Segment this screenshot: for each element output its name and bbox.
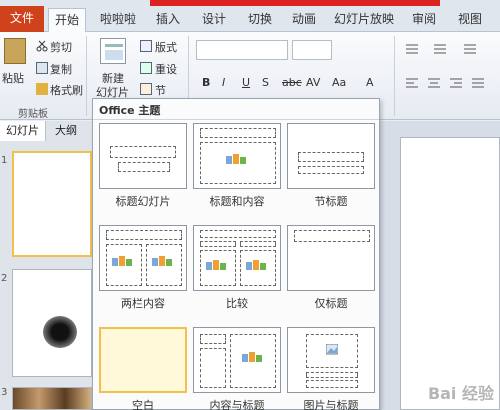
font-size-dropdown[interactable] — [292, 40, 332, 60]
tab-custom[interactable]: 啦啦啦 — [92, 8, 144, 32]
slide-number: 2 — [1, 273, 8, 284]
shadow-button[interactable]: S — [262, 76, 269, 89]
tab-slideshow[interactable]: 幻灯片放映 — [330, 8, 398, 32]
layout-preview — [193, 225, 281, 291]
layout-preview — [287, 225, 375, 291]
copy-icon[interactable] — [36, 62, 48, 74]
section-icon[interactable] — [140, 83, 152, 95]
tab-review[interactable]: 审阅 — [404, 8, 444, 32]
ribbon-tab-bar: 文件 开始 啦啦啦 插入 设计 切换 动画 幻灯片放映 审阅 视图 — [0, 0, 500, 33]
font-name-dropdown[interactable] — [196, 40, 288, 60]
slide-thumbnail-1[interactable] — [12, 151, 92, 257]
layout-name: 仅标题 — [314, 297, 348, 310]
group-divider — [86, 36, 87, 116]
format-painter-icon[interactable] — [36, 83, 48, 95]
copy-button[interactable]: 复制 — [50, 61, 72, 77]
content-placeholder-icons — [112, 256, 132, 266]
clipboard-group-label: 剪贴板 — [18, 109, 48, 120]
tab-view[interactable]: 视图 — [450, 8, 490, 32]
layout-preview — [193, 123, 281, 189]
paste-button-label[interactable]: 粘贴 — [2, 70, 24, 86]
layout-name: 空白 — [132, 399, 154, 410]
layout-preview — [193, 327, 281, 393]
gallery-divider — [93, 119, 379, 120]
slide-number: 1 — [1, 155, 8, 166]
underline-button[interactable]: U — [242, 76, 250, 89]
tab-file[interactable]: 文件 — [0, 6, 44, 32]
strikethrough-button[interactable]: abc — [282, 76, 302, 89]
tab-insert[interactable]: 插入 — [148, 8, 188, 32]
tab-transitions[interactable]: 切换 — [240, 8, 280, 32]
reset-icon[interactable] — [140, 62, 152, 74]
slide-canvas[interactable] — [400, 137, 500, 410]
change-case-button[interactable]: Aa — [332, 76, 346, 89]
section-button[interactable]: 节 — [155, 82, 166, 98]
char-spacing-button[interactable]: AV — [306, 76, 320, 89]
tab-home[interactable]: 开始 — [48, 8, 86, 33]
layout-icon[interactable] — [140, 40, 152, 52]
content-placeholder-icons — [242, 352, 262, 362]
tab-animations[interactable]: 动画 — [284, 8, 324, 32]
new-slide-icon[interactable] — [100, 38, 126, 64]
layout-name: 节标题 — [314, 195, 348, 208]
layout-preview — [99, 327, 187, 393]
group-divider — [394, 36, 395, 116]
layout-gallery-dropdown: Office 主题 标题幻灯片 标题和内容 节标题 两栏内容 比较 仅标题 空白… — [92, 98, 380, 410]
slide-number: 3 — [1, 387, 8, 398]
bold-button[interactable]: B — [202, 76, 210, 89]
layout-name: 标题幻灯片 — [115, 195, 171, 208]
scissors-icon[interactable] — [36, 40, 48, 52]
font-color-button[interactable]: A — [366, 76, 374, 89]
tab-outline-pane[interactable]: 大纲 — [46, 121, 86, 141]
format-painter-button[interactable]: 格式刷 — [50, 82, 83, 98]
tab-design[interactable]: 设计 — [194, 8, 234, 32]
gallery-title: Office 主题 — [99, 104, 161, 117]
slides-outline-pane: 幻灯片 大纲 1 2 3 — [0, 121, 94, 410]
cut-button[interactable]: 剪切 — [50, 39, 72, 55]
content-placeholder-icons — [226, 154, 246, 164]
layout-name: 图片与标题 — [303, 399, 359, 410]
slide-thumbnail-3[interactable] — [12, 387, 92, 410]
slide-editor-area — [380, 121, 500, 410]
layout-name: 两栏内容 — [121, 297, 165, 310]
layout-preview — [99, 123, 187, 189]
layout-preview — [287, 327, 375, 393]
layout-preview — [287, 123, 375, 189]
slide-thumbnail-2[interactable] — [12, 269, 92, 377]
title-accent-strip — [150, 0, 440, 6]
list-buttons-icon[interactable] — [404, 42, 488, 56]
content-placeholder-icons — [206, 260, 226, 270]
italic-button[interactable]: I — [222, 76, 225, 89]
alignment-buttons-icon[interactable] — [404, 76, 496, 90]
picture-placeholder-icon — [326, 344, 338, 355]
layout-name: 内容与标题 — [209, 399, 265, 410]
watermark: Bai 经验 — [427, 384, 494, 403]
content-placeholder-icons — [152, 256, 172, 266]
tab-slides-pane[interactable]: 幻灯片 — [0, 121, 46, 141]
layout-button[interactable]: 版式 — [155, 39, 177, 55]
layout-preview — [99, 225, 187, 291]
reset-button[interactable]: 重设 — [155, 61, 177, 77]
layout-name: 比较 — [226, 297, 248, 310]
content-placeholder-icons — [246, 260, 266, 270]
brush-blot-image — [43, 316, 77, 348]
paste-icon[interactable] — [4, 38, 26, 64]
layout-name: 标题和内容 — [209, 195, 265, 208]
